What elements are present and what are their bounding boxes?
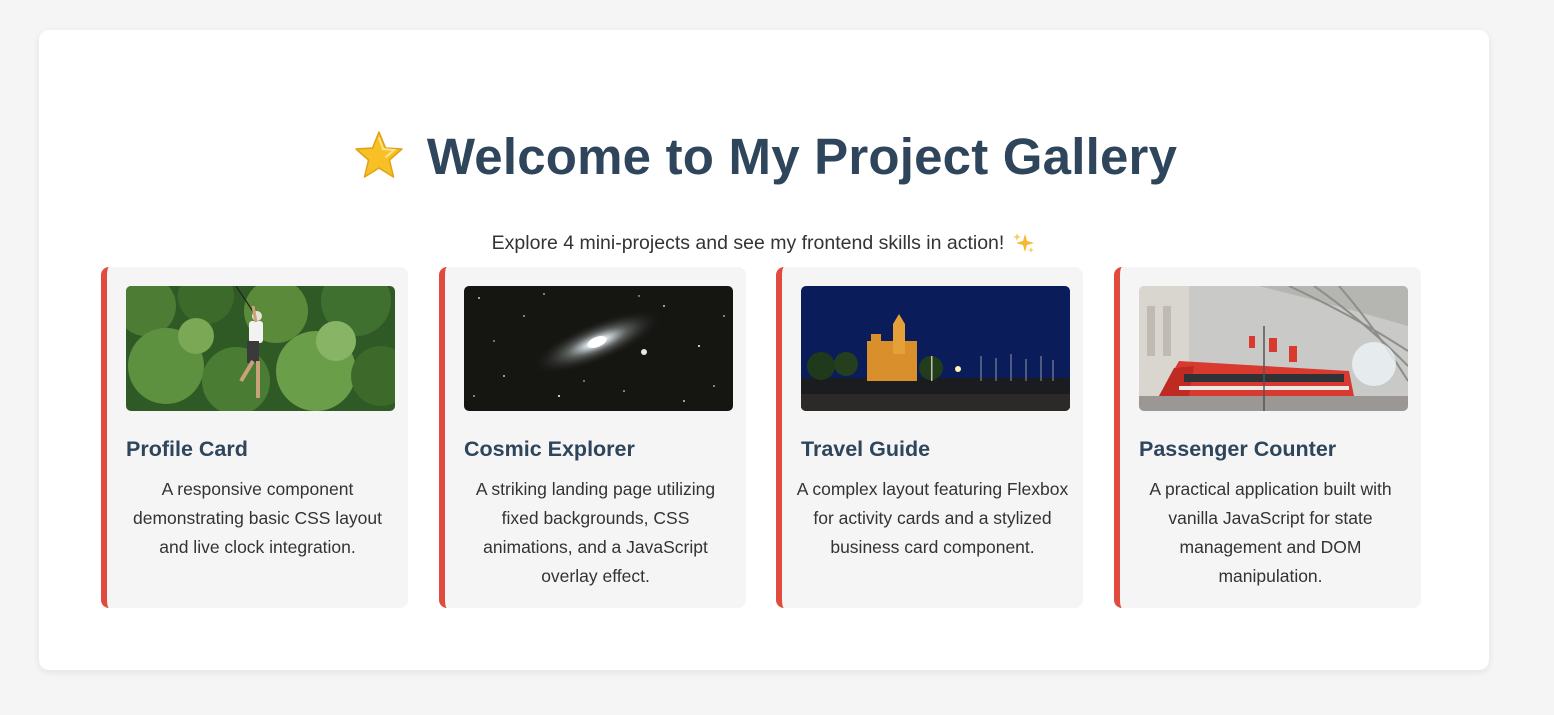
project-description: A responsive component demonstrating bas… — [132, 479, 383, 557]
project-description: A complex layout featuring Flexbox for a… — [796, 479, 1069, 557]
project-image — [1139, 286, 1408, 411]
project-title: Passenger Counter — [1139, 437, 1337, 461]
subtitle: Explore 4 mini-projects and see my front… — [39, 231, 1489, 255]
project-card-passenger[interactable]: Passenger Counter A practical applicatio… — [1114, 267, 1421, 608]
project-card-profile[interactable]: Profile Card A responsive component demo… — [101, 267, 408, 608]
gallery-container: Welcome to My Project Gallery Explore 4 … — [39, 30, 1489, 670]
project-description: A practical application built with vanil… — [1149, 479, 1392, 586]
project-title: Cosmic Explorer — [464, 437, 635, 461]
project-image — [801, 286, 1070, 411]
header: Welcome to My Project Gallery — [39, 128, 1489, 184]
page-title: Welcome to My Project Gallery — [426, 127, 1178, 185]
project-title: Travel Guide — [801, 437, 931, 461]
sparkle-icon — [1012, 231, 1036, 255]
subtitle-text: Explore 4 mini-projects and see my front… — [491, 231, 1005, 254]
project-card-travel[interactable]: Travel Guide A complex layout featuring … — [776, 267, 1083, 608]
project-title: Profile Card — [126, 437, 248, 461]
project-description: A striking landing page utilizing fixed … — [475, 479, 716, 586]
project-image — [464, 286, 733, 411]
star-icon — [351, 128, 407, 184]
project-image — [126, 286, 395, 411]
project-card-cosmic[interactable]: Cosmic Explorer A striking landing page … — [439, 267, 746, 608]
